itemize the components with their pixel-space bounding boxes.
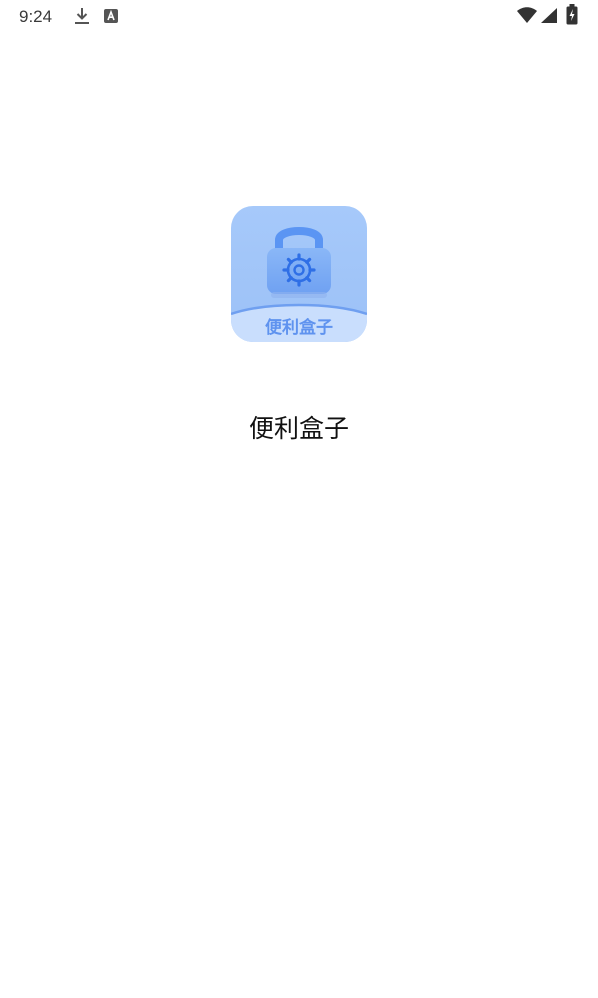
status-time: 9:24 [19, 7, 53, 26]
wifi-icon [517, 7, 537, 23]
app-logo: 便利盒子 [231, 206, 367, 342]
app-name: 便利盒子 [248, 414, 349, 443]
battery-charging-icon [566, 4, 578, 25]
cell-signal-icon [541, 8, 557, 23]
status-bar: 9:24 [0, 0, 598, 34]
a-notification-icon [104, 9, 118, 23]
logo-text: 便利盒子 [265, 317, 333, 338]
splash-screen: 9:24 便利盒子 便利盒子 [0, 0, 598, 998]
download-icon [75, 8, 89, 24]
